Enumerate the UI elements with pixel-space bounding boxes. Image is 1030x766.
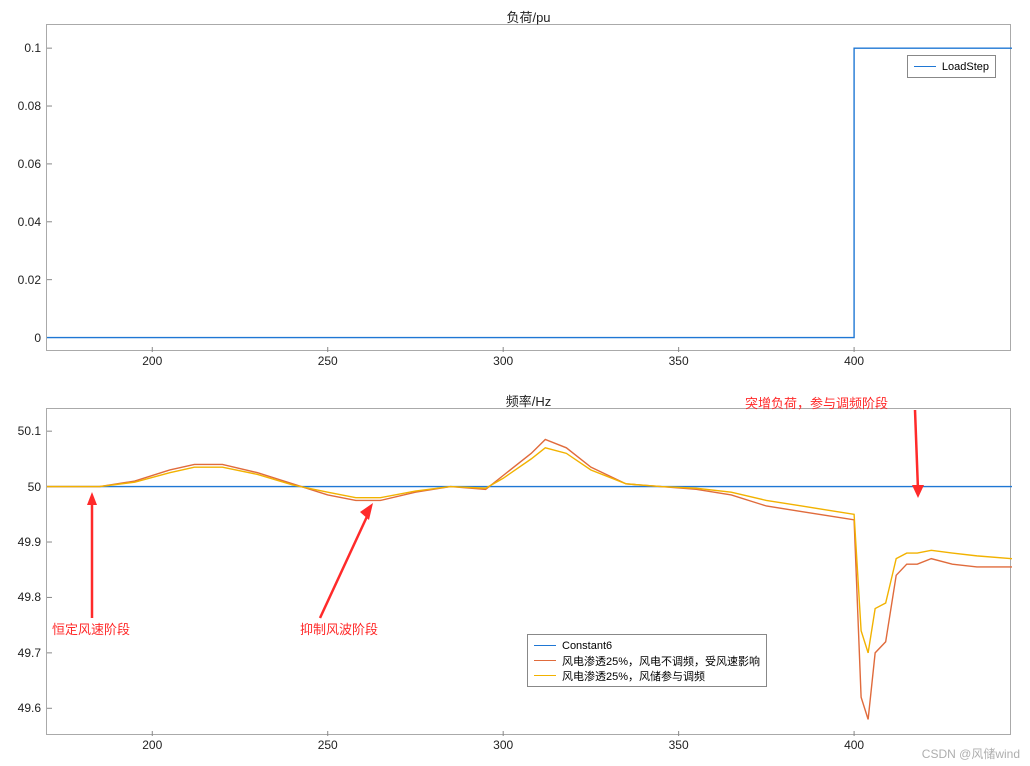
legend-1: LoadStep — [907, 55, 996, 78]
legend-item: 风电渗透25%，风电不调频，受风速影响 — [534, 653, 760, 668]
legend-swatch — [534, 645, 556, 646]
plot-area-1 — [47, 25, 1012, 352]
y-tick-label: 0.08 — [18, 99, 47, 113]
y-tick-label: 49.9 — [18, 535, 47, 549]
chart-frequency: 频率/Hz Constant6 风电渗透25%，风电不调频，受风速影响 风电渗透… — [46, 408, 1011, 735]
x-tick-label: 250 — [318, 350, 338, 368]
y-tick-label: 0.02 — [18, 273, 47, 287]
chart-title-1: 负荷/pu — [506, 7, 550, 26]
legend-item: Constant6 — [534, 638, 760, 653]
chart-title-2: 频率/Hz — [506, 391, 552, 410]
x-tick-label: 400 — [844, 350, 864, 368]
y-tick-label: 50 — [28, 480, 47, 494]
x-tick-label: 350 — [669, 350, 689, 368]
legend-item: LoadStep — [914, 59, 989, 74]
x-tick-label: 300 — [493, 734, 513, 752]
annotation-constant-wind: 恒定风速阶段 — [52, 619, 130, 638]
y-tick-label: 49.8 — [18, 590, 47, 604]
y-tick-label: 0 — [34, 331, 47, 345]
legend-swatch — [534, 675, 556, 676]
legend-label: Constant6 — [562, 640, 612, 652]
x-tick-label: 200 — [142, 734, 162, 752]
y-tick-label: 0.06 — [18, 157, 47, 171]
watermark: CSDN @风储wind — [922, 745, 1020, 762]
y-tick-label: 0.04 — [18, 215, 47, 229]
legend-label: LoadStep — [942, 61, 989, 73]
x-tick-label: 250 — [318, 734, 338, 752]
legend-label: 风电渗透25%，风电不调频，受风速影响 — [562, 653, 760, 669]
series-line — [47, 48, 1012, 337]
annotation-load-step: 突增负荷，参与调频阶段 — [745, 393, 888, 412]
x-tick-label: 200 — [142, 350, 162, 368]
legend-item: 风电渗透25%，风储参与调频 — [534, 668, 760, 683]
y-tick-label: 0.1 — [24, 41, 47, 55]
legend-2: Constant6 风电渗透25%，风电不调频，受风速影响 风电渗透25%，风储… — [527, 634, 767, 687]
series-line — [47, 448, 1012, 653]
chart-load: 负荷/pu LoadStep 00.020.040.060.080.120025… — [46, 24, 1011, 351]
x-tick-label: 400 — [844, 734, 864, 752]
annotation-suppress-wave: 抑制风波阶段 — [300, 619, 378, 638]
y-tick-label: 50.1 — [18, 424, 47, 438]
legend-swatch — [534, 660, 556, 661]
legend-swatch — [914, 66, 936, 67]
legend-label: 风电渗透25%，风储参与调频 — [562, 668, 705, 684]
x-tick-label: 350 — [669, 734, 689, 752]
y-tick-label: 49.7 — [18, 646, 47, 660]
x-tick-label: 300 — [493, 350, 513, 368]
y-tick-label: 49.6 — [18, 701, 47, 715]
